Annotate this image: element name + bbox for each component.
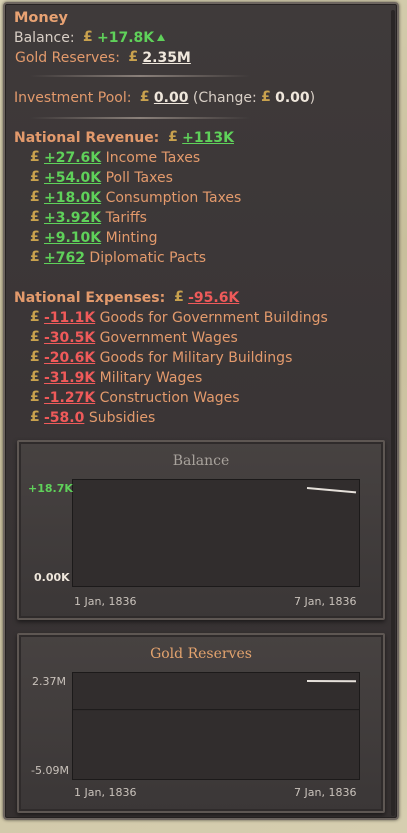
pound-coin-icon — [83, 28, 94, 46]
expense-item: -20.6K Goods for Military Buildings — [30, 348, 293, 367]
gold-reserves-label: Gold Reserves: — [15, 50, 120, 66]
balance-series-line — [306, 487, 357, 494]
revenue-item-label: Consumption Taxes — [105, 190, 242, 206]
balance-y-tick-bottom: 0.00K — [34, 571, 70, 584]
balance-row: Balance: +17.8K — [14, 28, 166, 47]
scrollbar[interactable] — [391, 10, 395, 816]
revenue-item-value[interactable]: +762 — [44, 250, 85, 266]
revenue-item: +9.10K Minting — [30, 228, 158, 247]
expense-item: -30.5K Government Wages — [30, 328, 238, 347]
revenue-item-label: Diplomatic Pacts — [89, 250, 207, 266]
change-suffix: ) — [309, 90, 316, 106]
national-expenses-title: National Expenses: — [14, 290, 166, 306]
expense-item: -1.27K Construction Wages — [30, 388, 240, 407]
expense-item-value[interactable]: -20.6K — [44, 350, 95, 366]
revenue-item: +54.0K Poll Taxes — [30, 168, 173, 187]
balance-x-tick-start: 1 Jan, 1836 — [74, 595, 137, 608]
pound-coin-icon — [30, 188, 41, 206]
pound-coin-icon — [30, 408, 41, 426]
revenue-item: +762 Diplomatic Pacts — [30, 248, 207, 267]
revenue-item: +27.6K Income Taxes — [30, 148, 201, 167]
revenue-item-value[interactable]: +54.0K — [44, 170, 101, 186]
revenue-item-label: Income Taxes — [105, 150, 201, 166]
expense-item: -31.9K Military Wages — [30, 368, 203, 387]
revenue-item-label: Minting — [105, 230, 158, 246]
gold-reserves-y-tick-top: 2.37M — [32, 675, 66, 688]
gold-reserves-chart: Gold Reserves 2.37M -5.09M 1 Jan, 1836 7… — [17, 633, 385, 813]
expense-item-value[interactable]: -11.1K — [44, 310, 95, 326]
revenue-item-value[interactable]: +3.92K — [44, 210, 101, 226]
investment-pool-value[interactable]: 0.00 — [154, 90, 189, 106]
national-revenue-title: National Revenue: — [14, 130, 160, 146]
gold-reserves-line-svg — [73, 680, 359, 711]
pound-coin-icon — [30, 308, 41, 326]
national-expenses-row: National Expenses: -95.6K — [14, 288, 239, 307]
pound-coin-icon — [174, 288, 185, 306]
revenue-item-label: Poll Taxes — [105, 170, 173, 186]
change-prefix: (Change: — [192, 90, 257, 106]
national-revenue-row: National Revenue: +113K — [14, 128, 234, 147]
gold-reserves-value[interactable]: 2.35M — [142, 50, 190, 66]
balance-line-svg — [306, 487, 357, 494]
revenue-item-value[interactable]: +9.10K — [44, 230, 101, 246]
balance-x-tick-end: 7 Jan, 1836 — [294, 595, 357, 608]
divider — [30, 75, 250, 77]
pound-coin-icon — [140, 88, 151, 106]
gold-reserves-row: Gold Reserves: 2.35M — [15, 48, 191, 67]
gold-reserves-x-tick-end: 7 Jan, 1836 — [294, 786, 357, 799]
expense-item-label: Goods for Military Buildings — [99, 350, 293, 366]
national-expenses-total[interactable]: -95.6K — [188, 290, 239, 306]
expense-item-label: Government Wages — [99, 330, 238, 346]
change-value: 0.00 — [275, 90, 310, 106]
panel-title: Money — [14, 10, 68, 26]
pound-coin-icon — [30, 228, 41, 246]
pound-coin-icon — [30, 248, 41, 266]
expense-item-value[interactable]: -31.9K — [44, 370, 95, 386]
national-revenue-total[interactable]: +113K — [182, 130, 234, 146]
expense-item-label: Subsidies — [88, 410, 156, 426]
up-arrow-icon — [157, 34, 166, 41]
balance-chart-title: Balance — [172, 453, 230, 469]
pound-coin-icon — [168, 128, 179, 146]
pound-coin-icon — [30, 328, 41, 346]
expense-item-label: Construction Wages — [99, 390, 240, 406]
pound-coin-icon — [30, 388, 41, 406]
balance-value[interactable]: +17.8K — [97, 30, 154, 46]
expense-item-value[interactable]: -1.27K — [44, 390, 95, 406]
pound-coin-icon — [30, 208, 41, 226]
expense-item-value[interactable]: -58.0 — [44, 410, 84, 426]
revenue-item: +18.0K Consumption Taxes — [30, 188, 242, 207]
revenue-item: +3.92K Tariffs — [30, 208, 147, 227]
pound-coin-icon — [30, 368, 41, 386]
gold-reserves-y-tick-bottom: -5.09M — [31, 764, 69, 777]
gold-reserves-plot-area — [72, 672, 360, 780]
pound-coin-icon — [30, 348, 41, 366]
pound-coin-icon — [30, 148, 41, 166]
pound-coin-icon — [30, 168, 41, 186]
pound-coin-icon — [128, 48, 139, 66]
pound-coin-icon — [261, 88, 272, 106]
investment-pool-row: Investment Pool: 0.00 (Change: 0.00) — [14, 88, 316, 107]
gold-reserves-x-tick-start: 1 Jan, 1836 — [74, 786, 137, 799]
expense-item-label: Goods for Government Buildings — [99, 310, 328, 326]
revenue-item-value[interactable]: +27.6K — [44, 150, 101, 166]
expense-item-value[interactable]: -30.5K — [44, 330, 95, 346]
balance-y-tick-top: +18.7K — [28, 482, 73, 495]
gold-reserves-chart-title: Gold Reserves — [150, 646, 252, 662]
expense-item-label: Military Wages — [99, 370, 203, 386]
investment-pool-label: Investment Pool: — [14, 90, 132, 106]
revenue-item-label: Tariffs — [105, 210, 147, 226]
divider — [30, 117, 250, 119]
balance-plot-area — [72, 479, 360, 587]
expense-item: -58.0 Subsidies — [30, 408, 156, 427]
expense-item: -11.1K Goods for Government Buildings — [30, 308, 328, 327]
balance-chart: Balance +18.7K 0.00K 1 Jan, 1836 7 Jan, … — [17, 440, 385, 620]
balance-label: Balance: — [14, 30, 75, 46]
revenue-item-value[interactable]: +18.0K — [44, 190, 101, 206]
